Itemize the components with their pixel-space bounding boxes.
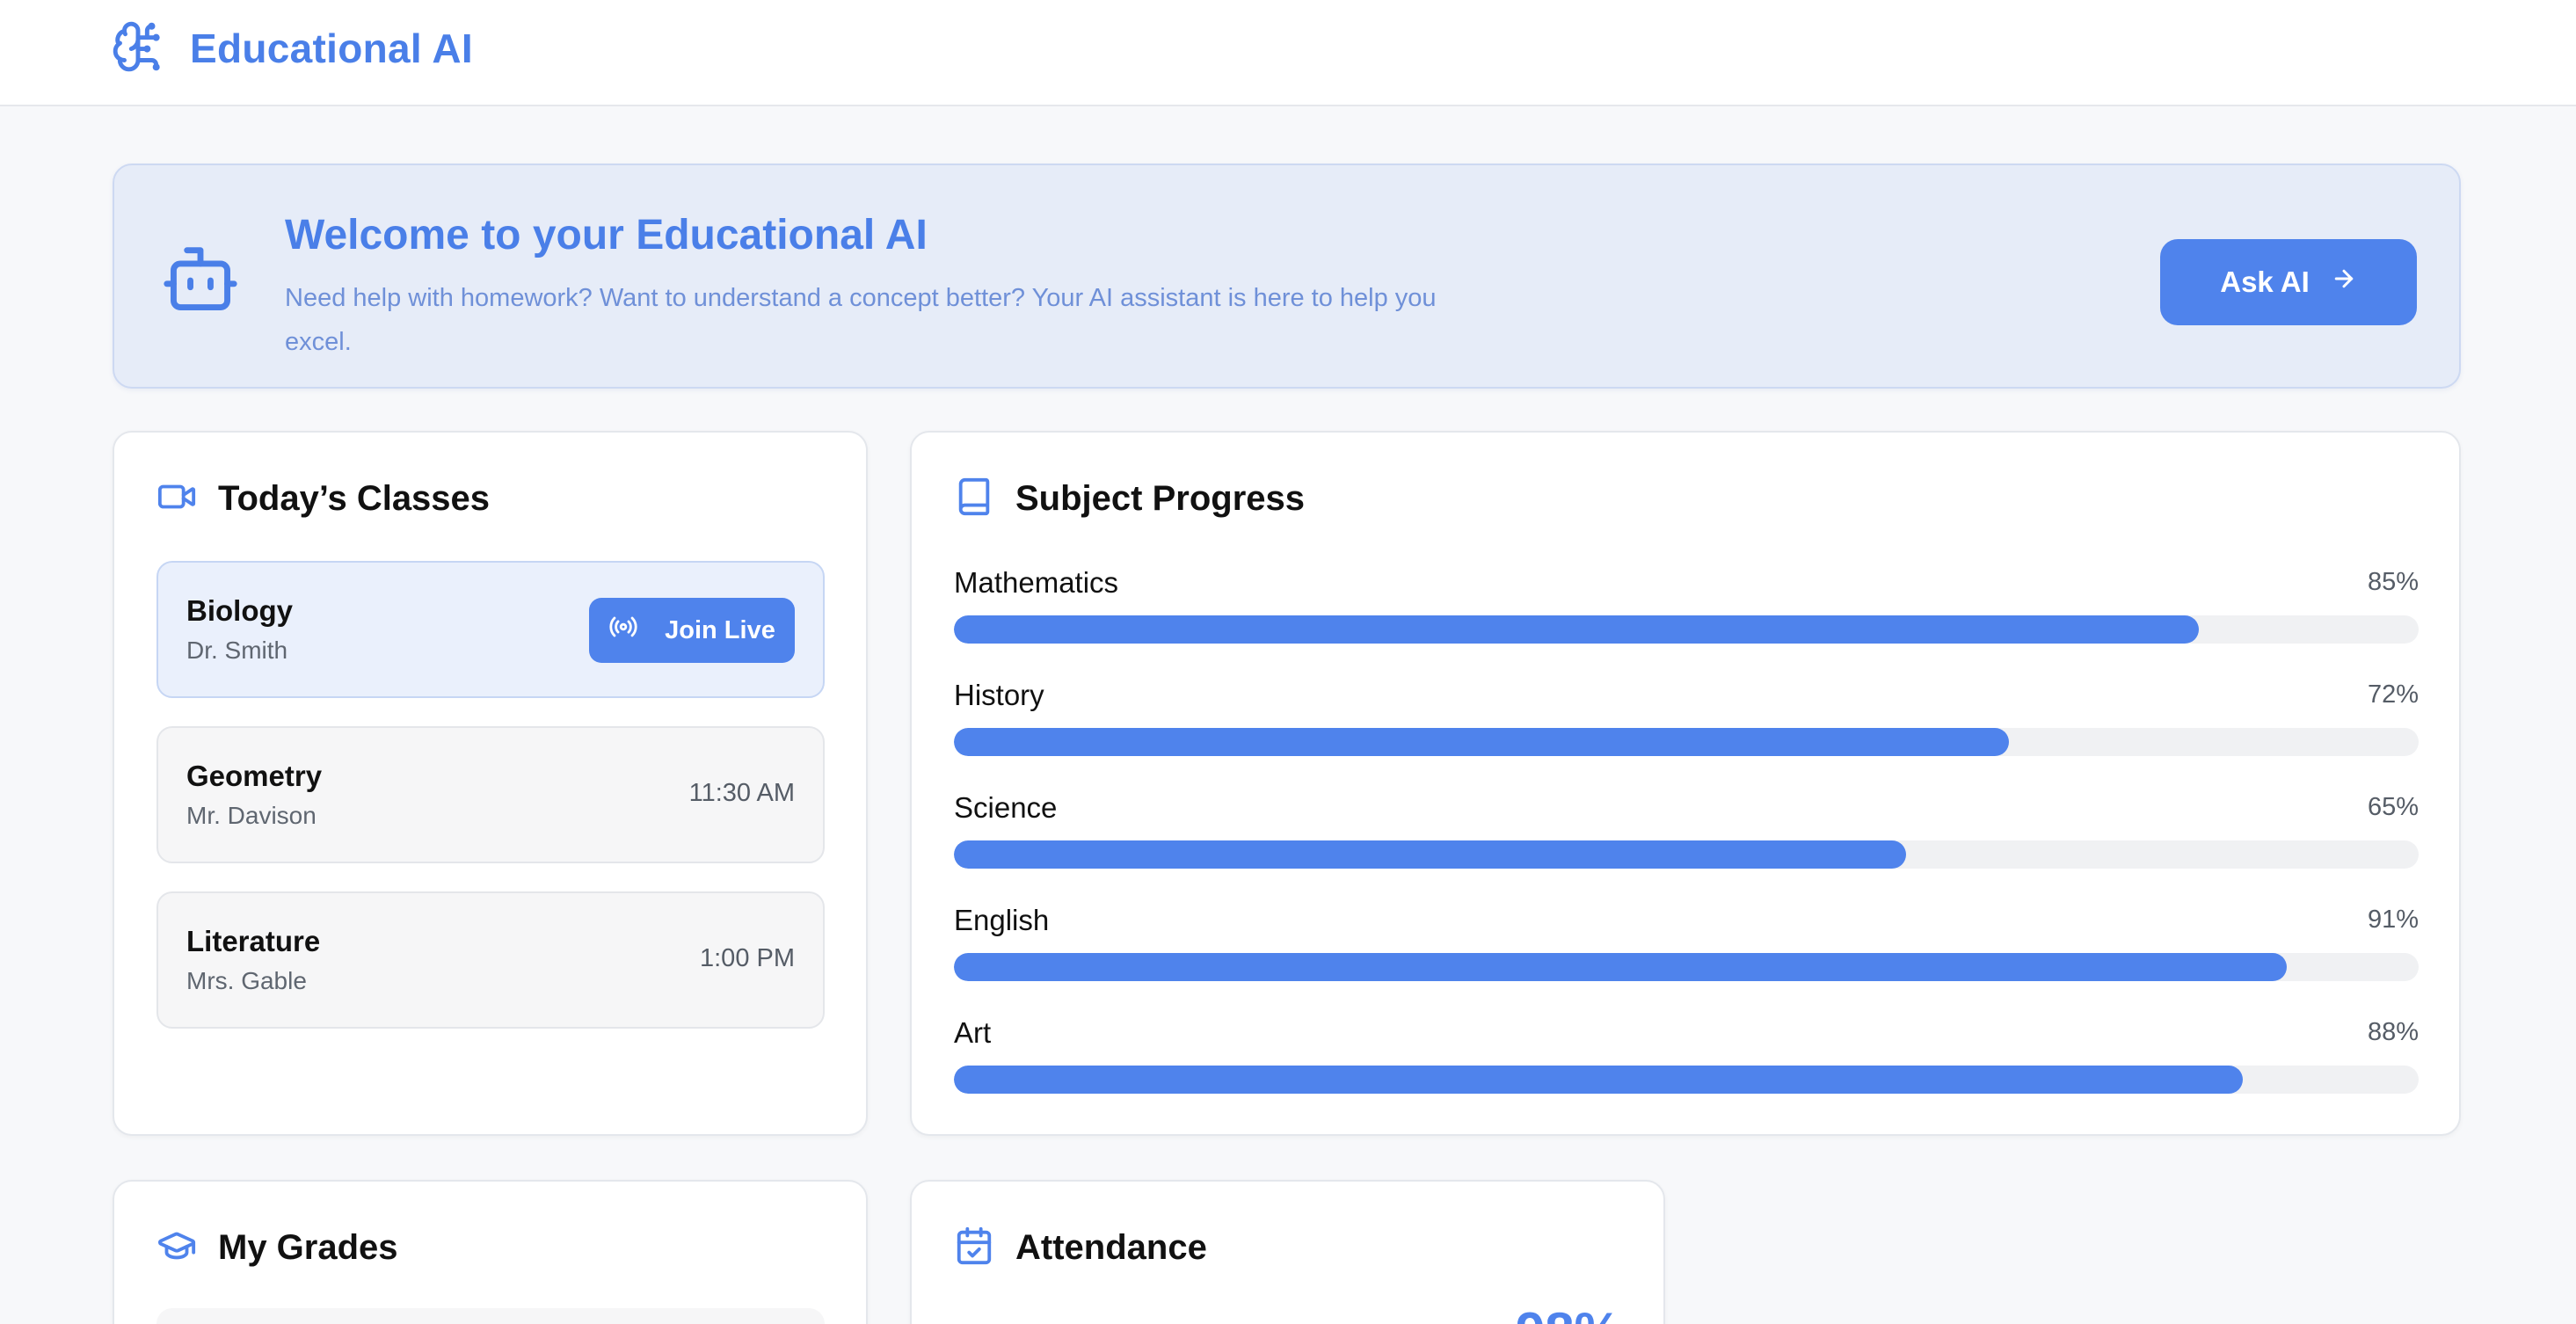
subject-row-science: Science 65% bbox=[954, 791, 2419, 870]
subject-name: English bbox=[954, 904, 1050, 936]
classes-header: Today’s Classes bbox=[156, 475, 490, 522]
ask-ai-button[interactable]: Ask AI bbox=[2160, 239, 2417, 325]
app-title: Educational AI bbox=[190, 25, 473, 71]
top-bar: Educational AI bbox=[0, 0, 2576, 106]
robot-icon bbox=[160, 244, 241, 317]
progress-title: Subject Progress bbox=[1015, 478, 1306, 518]
subject-percent: 85% bbox=[2367, 568, 2419, 596]
welcome-title: Welcome to your Educational AI bbox=[285, 212, 928, 258]
attendance-header: Attendance bbox=[954, 1224, 1207, 1271]
graduation-cap-icon bbox=[156, 1226, 197, 1270]
my-grades-card: My Grades bbox=[113, 1180, 868, 1324]
class-teacher: Dr. Smith bbox=[186, 637, 288, 664]
book-icon bbox=[954, 476, 994, 521]
subject-row-art: Art 88% bbox=[954, 1016, 2419, 1095]
class-name: Geometry bbox=[186, 760, 323, 792]
attendance-title: Attendance bbox=[1015, 1227, 1207, 1267]
progress-header: Subject Progress bbox=[954, 475, 1305, 522]
ask-ai-label: Ask AI bbox=[2220, 266, 2310, 298]
grades-header: My Grades bbox=[156, 1224, 398, 1271]
broadcast-icon bbox=[608, 612, 665, 649]
class-time: 1:00 PM bbox=[700, 944, 795, 972]
grades-title: My Grades bbox=[218, 1227, 398, 1267]
progress-track bbox=[954, 728, 2419, 756]
calendar-check-icon bbox=[954, 1226, 994, 1270]
attendance-value: 98% bbox=[1516, 1301, 1621, 1324]
subject-percent: 88% bbox=[2367, 1018, 2419, 1046]
subject-percent: 72% bbox=[2367, 680, 2419, 709]
progress-fill bbox=[954, 840, 1906, 869]
welcome-subtitle: Need help with homework? Want to underst… bbox=[285, 284, 1437, 356]
class-item-literature[interactable]: Literature Mrs. Gable 1:00 PM bbox=[156, 891, 825, 1029]
subject-name: Science bbox=[954, 791, 1058, 824]
class-name: Biology bbox=[186, 594, 293, 627]
subject-name: History bbox=[954, 679, 1044, 711]
class-teacher: Mr. Davison bbox=[186, 802, 317, 829]
grade-item[interactable] bbox=[156, 1308, 825, 1324]
subject-progress-card: Subject Progress Mathematics 85% History… bbox=[910, 431, 2461, 1136]
video-camera-icon bbox=[156, 476, 197, 521]
welcome-banner: Welcome to your Educational AI Need help… bbox=[113, 164, 2461, 389]
class-item-geometry[interactable]: Geometry Mr. Davison 11:30 AM bbox=[156, 726, 825, 863]
progress-fill bbox=[954, 1066, 2244, 1094]
brand[interactable]: Educational AI bbox=[111, 19, 473, 77]
progress-track bbox=[954, 953, 2419, 981]
progress-fill bbox=[954, 728, 2009, 756]
progress-track bbox=[954, 840, 2419, 869]
progress-fill bbox=[954, 953, 2288, 981]
classes-title: Today’s Classes bbox=[218, 478, 491, 518]
subject-percent: 91% bbox=[2367, 906, 2419, 934]
class-time: 11:30 AM bbox=[688, 779, 795, 807]
attendance-card: Attendance 98% bbox=[910, 1180, 1665, 1324]
class-teacher: Mrs. Gable bbox=[186, 967, 307, 994]
join-live-label: Join Live bbox=[665, 615, 775, 644]
join-live-button[interactable]: Join Live bbox=[589, 598, 795, 663]
subject-row-history: History 72% bbox=[954, 679, 2419, 758]
subject-percent: 65% bbox=[2367, 793, 2419, 821]
subject-name: Art bbox=[954, 1016, 992, 1049]
subject-name: Mathematics bbox=[954, 566, 1119, 599]
arrow-right-icon bbox=[2310, 266, 2357, 299]
class-item-biology[interactable]: Biology Dr. Smith Join Live bbox=[156, 561, 825, 698]
progress-track bbox=[954, 615, 2419, 644]
progress-track bbox=[954, 1066, 2419, 1094]
todays-classes-card: Today’s Classes Biology Dr. Smith Join L… bbox=[113, 431, 868, 1136]
subject-row-mathematics: Mathematics 85% bbox=[954, 566, 2419, 645]
progress-fill bbox=[954, 615, 2200, 644]
class-name: Literature bbox=[186, 925, 321, 957]
brain-icon bbox=[111, 19, 165, 78]
subject-row-english: English 91% bbox=[954, 904, 2419, 983]
